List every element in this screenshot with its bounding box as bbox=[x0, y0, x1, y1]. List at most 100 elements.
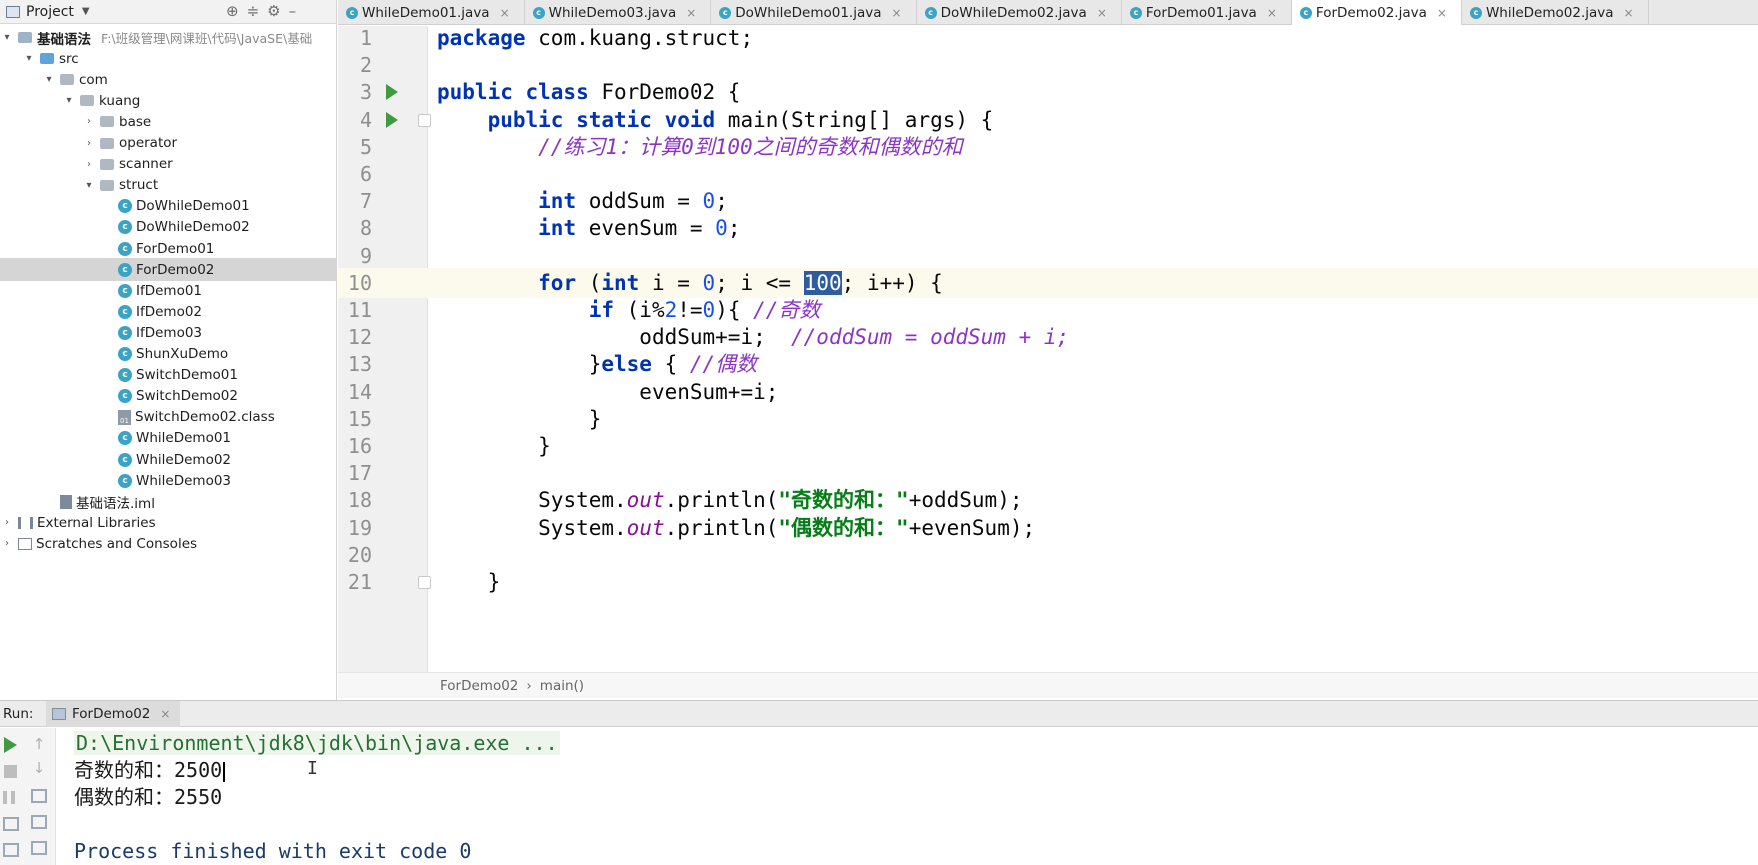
tree-item[interactable]: c IfDemo02 bbox=[0, 300, 336, 323]
code-line[interactable]: 4 public static void main(String[] args)… bbox=[338, 105, 1758, 135]
pause-icon[interactable] bbox=[3, 791, 15, 804]
tree-item[interactable]: › operator bbox=[0, 132, 336, 155]
tab-whiledemo03[interactable]: c WhileDemo03.java × bbox=[525, 0, 712, 25]
code-line[interactable]: 20 bbox=[338, 540, 1758, 570]
tree-item[interactable]: c ForDemo02 bbox=[0, 258, 336, 282]
run-gutter-icon[interactable] bbox=[386, 111, 398, 128]
code-line[interactable]: 19 System.out.println("偶数的和："+evenSum); bbox=[338, 513, 1758, 543]
tree-item-label: operator bbox=[119, 135, 178, 151]
tree-item[interactable]: › scanner bbox=[0, 153, 336, 176]
console-output[interactable]: D:\Environment\jdk8\jdk\bin\java.exe ...… bbox=[57, 728, 1758, 865]
tree-item[interactable]: c WhileDemo01 bbox=[0, 427, 336, 450]
tab-fordemo02[interactable]: c ForDemo02.java × bbox=[1291, 0, 1462, 25]
locate-icon[interactable]: ⊕ bbox=[226, 2, 239, 20]
tree-item[interactable]: c WhileDemo02 bbox=[0, 448, 336, 471]
arrow-down-icon[interactable]: ↓ bbox=[31, 760, 47, 776]
code-token: ){ bbox=[715, 298, 754, 322]
chevron-down-icon[interactable]: ▼ bbox=[82, 6, 90, 17]
code-line[interactable]: 9 bbox=[338, 241, 1758, 271]
tree-item[interactable]: c ForDemo01 bbox=[0, 237, 336, 260]
code-line[interactable]: 8 int evenSum = 0; bbox=[338, 213, 1758, 243]
tree-item[interactable]: ▾ src bbox=[0, 47, 336, 70]
close-icon[interactable]: × bbox=[686, 6, 696, 20]
tree-item[interactable]: ▾ struct bbox=[0, 174, 336, 197]
chevron-down-icon[interactable]: ▾ bbox=[42, 74, 56, 85]
tree-item[interactable]: 基础语法.iml bbox=[0, 490, 336, 513]
tab-whiledemo02[interactable]: c WhileDemo02.java × bbox=[1462, 0, 1649, 25]
close-icon[interactable]: × bbox=[160, 707, 170, 721]
tree-item[interactable]: c IfDemo03 bbox=[0, 321, 336, 344]
code-line[interactable]: 16 } bbox=[338, 431, 1758, 461]
rerun-icon[interactable] bbox=[4, 737, 17, 753]
code-line[interactable]: 5 //练习1：计算0到100之间的奇数和偶数的和 bbox=[338, 132, 1758, 162]
project-panel-header[interactable]: Project ▼ ⊕ ≑ ⚙ – bbox=[0, 0, 336, 24]
tree-item[interactable]: c IfDemo01 bbox=[0, 279, 336, 302]
close-icon[interactable]: × bbox=[1437, 6, 1447, 20]
tree-item[interactable]: c DoWhileDemo01 bbox=[0, 195, 336, 218]
code-line[interactable]: 6 bbox=[338, 159, 1758, 189]
camera-icon[interactable] bbox=[3, 817, 19, 831]
tab-whiledemo01[interactable]: c WhileDemo01.java × bbox=[338, 0, 525, 25]
code-editor[interactable]: 1 package com.kuang.struct; 2 3 public class… bbox=[338, 26, 1758, 672]
console-command: D:\Environment\jdk8\jdk\bin\java.exe ... bbox=[74, 731, 560, 755]
close-icon[interactable]: × bbox=[500, 6, 510, 20]
code-line[interactable]: 11 if (i%2!=0){ //奇数 bbox=[338, 295, 1758, 325]
code-token: for bbox=[538, 270, 577, 295]
code-line[interactable]: 17 bbox=[338, 458, 1758, 488]
tree-item[interactable]: c SwitchDemo01 bbox=[0, 364, 336, 387]
code-line[interactable]: 1 package com.kuang.struct; bbox=[338, 23, 1758, 53]
close-icon[interactable]: × bbox=[1624, 6, 1634, 20]
tree-item[interactable]: ▾ kuang bbox=[0, 89, 336, 112]
hide-icon[interactable]: – bbox=[289, 2, 297, 20]
tree-item[interactable]: › External Libraries bbox=[0, 511, 336, 534]
code-line[interactable]: 2 bbox=[338, 50, 1758, 80]
stop-icon[interactable] bbox=[4, 765, 17, 778]
collapse-icon[interactable]: ≑ bbox=[247, 2, 260, 20]
settings-icon[interactable] bbox=[3, 843, 19, 857]
code-line[interactable]: 21 } bbox=[338, 567, 1758, 597]
chevron-down-icon[interactable]: ▾ bbox=[62, 95, 76, 106]
chevron-right-icon[interactable]: › bbox=[82, 116, 96, 127]
close-icon[interactable]: × bbox=[892, 6, 902, 20]
breadcrumb-class[interactable]: ForDemo02 bbox=[440, 678, 518, 694]
tab-dowhiledemo02[interactable]: c DoWhileDemo02.java × bbox=[917, 0, 1122, 25]
tree-item[interactable]: 01 SwitchDemo02.class bbox=[0, 406, 336, 429]
tree-item[interactable]: › Scratches and Consoles bbox=[0, 532, 336, 555]
gear-icon[interactable]: ⚙ bbox=[267, 2, 280, 20]
code-line[interactable]: 18 System.out.println("奇数的和："+oddSum); bbox=[338, 485, 1758, 515]
chevron-right-icon[interactable]: › bbox=[82, 159, 96, 170]
code-line[interactable]: 15 } bbox=[338, 404, 1758, 434]
code-line[interactable]: 7 int oddSum = 0; bbox=[338, 186, 1758, 216]
tree-item[interactable]: c SwitchDemo02 bbox=[0, 385, 336, 408]
chevron-right-icon[interactable]: › bbox=[0, 538, 14, 549]
code-line[interactable]: 13 }else { //偶数 bbox=[338, 349, 1758, 379]
code-line[interactable]: 10 for (int i = 0; i <= 100; i++) { bbox=[338, 267, 1758, 298]
tree-item[interactable]: c ShunXuDemo bbox=[0, 343, 336, 366]
code-line[interactable]: 14 evenSum+=i; bbox=[338, 377, 1758, 407]
breadcrumb-method[interactable]: main() bbox=[540, 678, 584, 694]
fold-icon[interactable] bbox=[418, 576, 431, 589]
scroll-end-icon[interactable] bbox=[31, 815, 47, 829]
tree-item[interactable]: c DoWhileDemo02 bbox=[0, 216, 336, 239]
tab-fordemo01[interactable]: c ForDemo01.java × bbox=[1122, 0, 1292, 25]
soft-wrap-icon[interactable] bbox=[31, 789, 47, 803]
close-icon[interactable]: × bbox=[1267, 6, 1277, 20]
tree-item-root[interactable]: ▾ 基础语法 F:\班级管理\网课班\代码\JavaSE\基础 bbox=[0, 26, 336, 49]
close-icon[interactable]: × bbox=[1097, 6, 1107, 20]
tree-item[interactable]: ▾ com bbox=[0, 68, 336, 91]
code-line[interactable]: 3 public class ForDemo02 { bbox=[338, 77, 1758, 107]
print-icon[interactable] bbox=[31, 841, 47, 855]
run-tab-fordemo02[interactable]: ForDemo02 × bbox=[46, 700, 181, 727]
chevron-right-icon[interactable]: › bbox=[82, 138, 96, 149]
tab-dowhiledemo01[interactable]: c DoWhileDemo01.java × bbox=[711, 0, 917, 25]
chevron-down-icon[interactable]: ▾ bbox=[0, 32, 14, 43]
run-gutter-icon[interactable] bbox=[386, 84, 398, 101]
tree-item[interactable]: › base bbox=[0, 110, 336, 133]
chevron-down-icon[interactable]: ▾ bbox=[22, 53, 36, 64]
fold-icon[interactable] bbox=[418, 113, 431, 127]
chevron-right-icon[interactable]: › bbox=[0, 517, 14, 528]
tree-item[interactable]: c WhileDemo03 bbox=[0, 469, 336, 492]
code-line[interactable]: 12 oddSum+=i; //oddSum = oddSum + i; bbox=[338, 322, 1758, 352]
arrow-up-icon[interactable]: ↑ bbox=[31, 736, 47, 752]
chevron-down-icon[interactable]: ▾ bbox=[82, 180, 96, 191]
